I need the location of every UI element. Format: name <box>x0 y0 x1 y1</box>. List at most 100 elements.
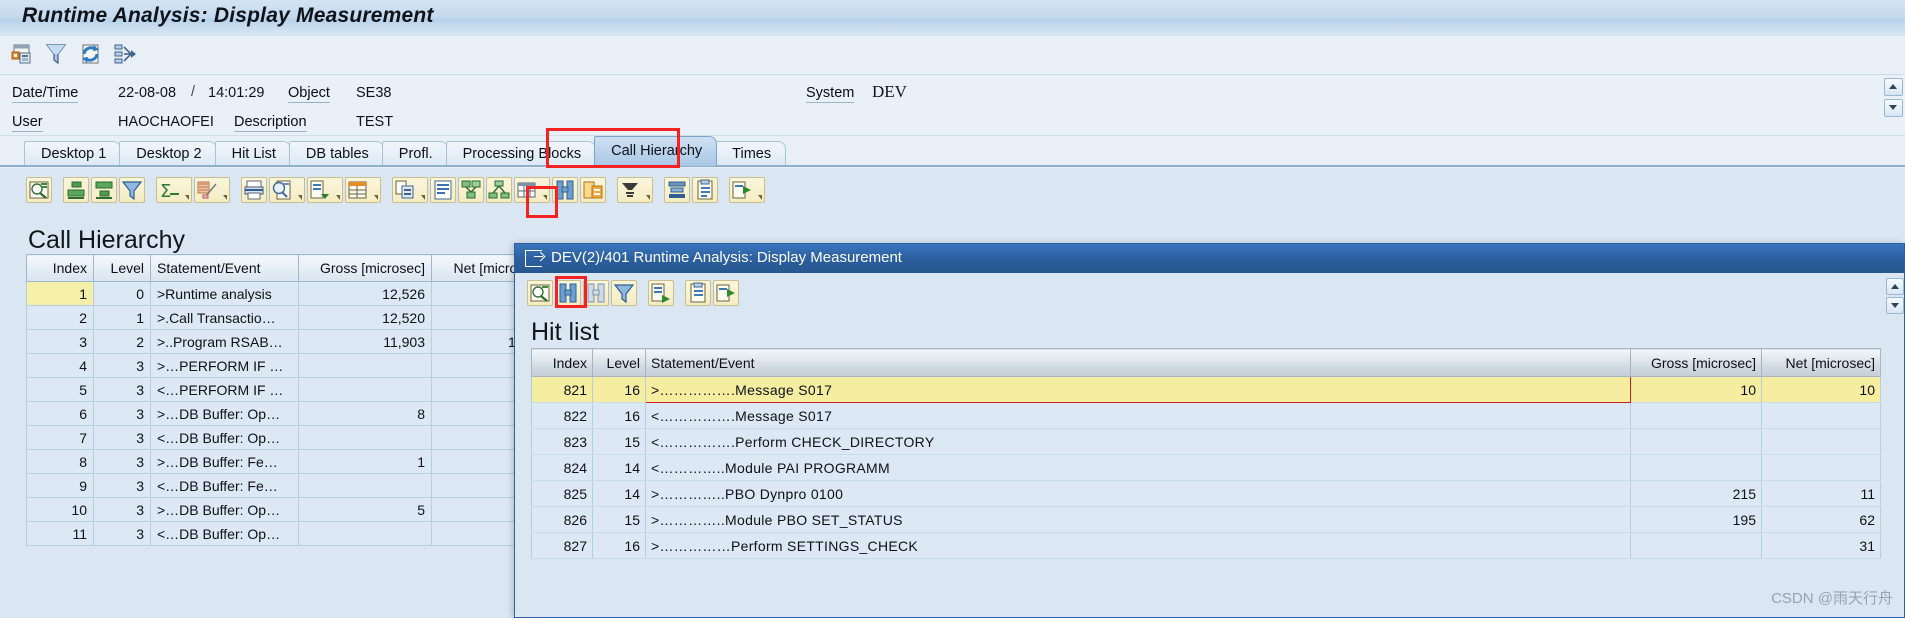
column-header-statement[interactable]: Statement/Event <box>645 348 1631 377</box>
cell-index[interactable]: 824 <box>531 454 593 481</box>
column-header-index[interactable]: Index <box>26 254 94 282</box>
cell-level[interactable]: 3 <box>93 377 151 402</box>
cell-level[interactable]: 0 <box>93 281 151 306</box>
table-row[interactable]: 83>…DB Buffer: Fe…11 <box>26 449 550 474</box>
cell-index[interactable]: 5 <box>26 377 94 402</box>
cell-statement[interactable]: <…DB Buffer: Op… <box>150 521 299 546</box>
table-row[interactable]: 7 3 <…DB Buffer: Op… <box>26 425 550 450</box>
total-sum-icon[interactable]: Σ <box>156 177 192 203</box>
cell-level[interactable]: 16 <box>592 532 646 559</box>
cell-level[interactable]: 16 <box>592 402 646 429</box>
cell-statement[interactable]: <…DB Buffer: Op… <box>150 425 299 450</box>
cell-gross[interactable] <box>298 377 432 402</box>
cell-net[interactable]: 11 <box>1761 480 1881 507</box>
export-icon[interactable] <box>648 280 674 306</box>
hit-list-icon[interactable] <box>552 177 578 203</box>
cell-statement[interactable]: >…DB Buffer: Op… <box>150 497 299 522</box>
table-row[interactable]: 825 14 >…………..PBO Dynpro 0100 215 11 <box>531 480 1881 507</box>
cell-level[interactable]: 3 <box>93 425 151 450</box>
cell-statement[interactable]: <…………….Message S017 <box>645 402 1631 429</box>
cell-level[interactable]: 3 <box>93 449 151 474</box>
cell-index[interactable]: 822 <box>531 402 593 429</box>
cell-gross[interactable] <box>1630 532 1762 559</box>
cell-index[interactable]: 9 <box>26 473 94 498</box>
scroll-up-arrow[interactable] <box>1884 78 1903 96</box>
print-icon[interactable] <box>241 177 267 203</box>
tab-processing-blocks[interactable]: Processing Blocks <box>445 141 597 166</box>
cell-index[interactable]: 2 <box>26 305 94 330</box>
cell-statement[interactable]: >……………Perform SETTINGS_CHECK <box>645 532 1631 559</box>
table-row[interactable]: 824 14 <…………..Module PAI PROGRAMM <box>531 454 1881 481</box>
cell-gross[interactable] <box>298 353 432 378</box>
cell-level[interactable]: 3 <box>93 497 151 522</box>
cell-level[interactable]: 3 <box>93 401 151 426</box>
column-header-gross[interactable]: Gross [microsec] <box>1630 348 1762 377</box>
cell-level[interactable]: 3 <box>93 353 151 378</box>
print-preview-icon[interactable] <box>269 177 305 203</box>
dropdown-caret-icon[interactable] <box>185 195 189 200</box>
cell-index[interactable]: 10 <box>26 497 94 522</box>
table-row[interactable]: 11 3 <…DB Buffer: Op… <box>26 521 550 546</box>
table-settings-icon[interactable] <box>514 177 550 203</box>
filter-icon[interactable] <box>611 280 637 306</box>
cell-statement[interactable]: >…………..Module PBO SET_STATUS <box>645 506 1631 533</box>
column-header-net[interactable]: Net [microsec] <box>1761 348 1881 377</box>
cell-net[interactable] <box>1761 402 1881 429</box>
cell-level[interactable]: 1 <box>93 305 151 330</box>
tab-profl[interactable]: Profl. <box>381 141 448 166</box>
table-row[interactable]: 826 15 >…………..Module PBO SET_STATUS 195 62 <box>531 506 1881 533</box>
outer-scroll-arrows[interactable] <box>1884 78 1903 124</box>
table-row[interactable]: 822 16 <…………….Message S017 <box>531 402 1881 429</box>
cell-gross[interactable]: 215 <box>1630 480 1762 507</box>
cell-gross[interactable]: 8 <box>298 401 432 426</box>
hierarchy-graph-icon[interactable] <box>486 177 512 203</box>
table-row[interactable]: 21>.Call Transactio…12,520617 <box>26 305 550 330</box>
cell-statement[interactable]: >…DB Buffer: Op… <box>150 401 299 426</box>
cell-index[interactable]: 8 <box>26 449 94 474</box>
expand-collapse-icon[interactable] <box>112 41 138 67</box>
abap-source-icon[interactable] <box>430 177 456 203</box>
call-hierarchy-icon[interactable] <box>458 177 484 203</box>
cell-net[interactable]: 31 <box>1761 532 1881 559</box>
dialog-scroll-up-arrow[interactable] <box>1886 278 1904 295</box>
cell-statement[interactable]: <…………….Perform CHECK_DIRECTORY <box>645 428 1631 455</box>
next-step-icon[interactable] <box>713 280 739 306</box>
table-row[interactable]: 103>…DB Buffer: Op…55 <box>26 497 550 522</box>
filter-icon[interactable] <box>44 41 70 67</box>
tab-hit-list[interactable]: Hit List <box>214 141 291 166</box>
word-processing-icon[interactable] <box>392 177 428 203</box>
subtotal-icon[interactable] <box>194 177 230 203</box>
dialog-scroll-arrows[interactable] <box>1886 278 1904 338</box>
column-header-level[interactable]: Level <box>93 254 151 282</box>
dropdown-caret-icon[interactable] <box>543 195 547 200</box>
cell-gross[interactable] <box>1630 454 1762 481</box>
cell-statement[interactable]: >…DB Buffer: Fe… <box>150 449 299 474</box>
cell-gross[interactable]: 12,526 <box>298 281 432 306</box>
new-selection-icon[interactable] <box>10 41 36 67</box>
column-header-gross[interactable]: Gross [microsec] <box>298 254 432 282</box>
cell-index[interactable]: 7 <box>26 425 94 450</box>
dropdown-caret-icon[interactable] <box>336 195 340 200</box>
cell-level[interactable]: 2 <box>93 329 151 354</box>
cell-gross[interactable] <box>298 473 432 498</box>
cell-index[interactable]: 826 <box>531 506 593 533</box>
cell-level[interactable]: 15 <box>592 428 646 455</box>
cell-level[interactable]: 14 <box>592 454 646 481</box>
column-header-level[interactable]: Level <box>592 348 646 377</box>
cell-gross[interactable]: 12,520 <box>298 305 432 330</box>
cell-gross[interactable] <box>1630 428 1762 455</box>
cell-statement[interactable]: >…………..PBO Dynpro 0100 <box>645 480 1631 507</box>
cell-statement[interactable]: >..Program RSAB… <box>150 329 299 354</box>
filter-icon[interactable] <box>119 177 145 203</box>
dropdown-caret-icon[interactable] <box>298 195 302 200</box>
call-hierarchy-icon[interactable] <box>555 280 581 306</box>
cell-gross[interactable] <box>298 425 432 450</box>
display-variant-icon[interactable] <box>664 177 690 203</box>
cell-index[interactable]: 3 <box>26 329 94 354</box>
cell-index[interactable]: 1 <box>26 281 94 306</box>
tab-desktop-2[interactable]: Desktop 2 <box>119 141 217 166</box>
spreadsheet-icon[interactable] <box>345 177 381 203</box>
export-local-file-icon[interactable] <box>307 177 343 203</box>
cell-statement[interactable]: <…PERFORM IF … <box>150 377 299 402</box>
cell-index[interactable]: 11 <box>26 521 94 546</box>
